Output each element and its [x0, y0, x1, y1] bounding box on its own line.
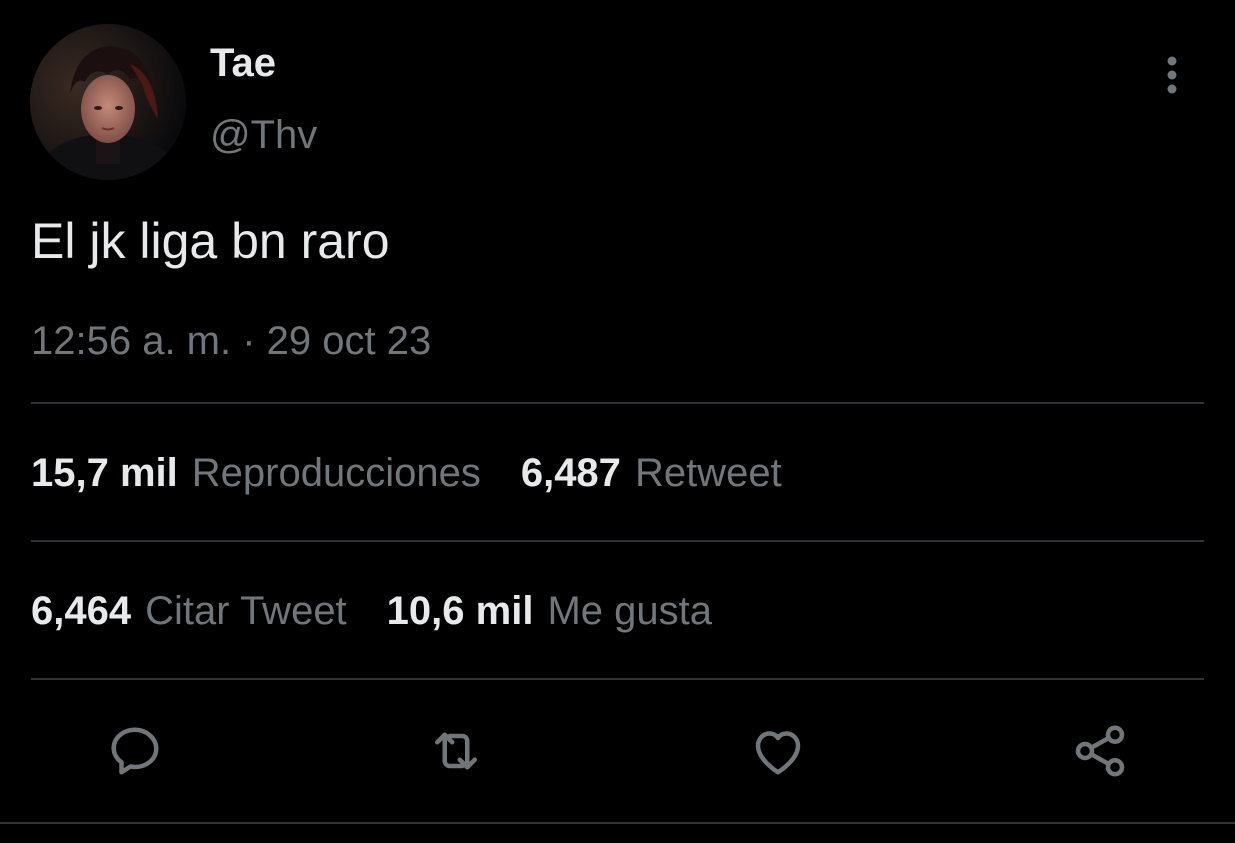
- likes-stat[interactable]: 10,6 mil Me gusta: [387, 588, 712, 634]
- display-name[interactable]: Tae: [210, 40, 276, 86]
- share-button[interactable]: [1065, 716, 1135, 786]
- user-handle[interactable]: @Thv: [210, 112, 317, 158]
- tweet-timestamp[interactable]: 12:56 a. m. · 29 oct 23: [31, 318, 431, 364]
- views-stat[interactable]: 15,7 mil Reproducciones: [31, 450, 481, 496]
- avatar-image: [30, 24, 186, 180]
- heart-icon: [755, 731, 801, 775]
- reply-button[interactable]: [100, 716, 170, 786]
- stats-row-1: 15,7 mil Reproducciones 6,487 Retweet: [31, 450, 822, 496]
- share-icon: [1075, 725, 1125, 777]
- likes-count: 10,6 mil: [386, 589, 534, 633]
- views-count: 15,7 mil: [31, 451, 178, 495]
- quote-tweets-stat[interactable]: 6,464 Citar Tweet: [31, 588, 347, 634]
- avatar[interactable]: [30, 24, 186, 180]
- retweet-icon: [435, 732, 477, 770]
- bottom-divider: [0, 822, 1235, 824]
- divider: [31, 540, 1204, 542]
- more-vertical-icon: [1167, 56, 1177, 94]
- retweets-label: Retweet: [634, 451, 782, 495]
- like-button[interactable]: [743, 716, 813, 786]
- likes-label: Me gusta: [547, 589, 712, 633]
- quote-tweets-count: 6,464: [31, 589, 132, 633]
- divider: [31, 402, 1204, 404]
- reply-icon: [111, 727, 159, 775]
- stats-row-2: 6,464 Citar Tweet 10,6 mil Me gusta: [31, 588, 752, 634]
- views-label: Reproducciones: [191, 451, 481, 495]
- retweets-count: 6,487: [520, 451, 621, 495]
- quote-tweets-label: Citar Tweet: [145, 589, 347, 633]
- retweet-button[interactable]: [421, 716, 491, 786]
- retweets-stat[interactable]: 6,487 Retweet: [521, 450, 782, 496]
- tweet-text: El jk liga bn raro: [31, 213, 390, 269]
- divider: [31, 678, 1204, 680]
- more-options-button[interactable]: [1150, 50, 1194, 100]
